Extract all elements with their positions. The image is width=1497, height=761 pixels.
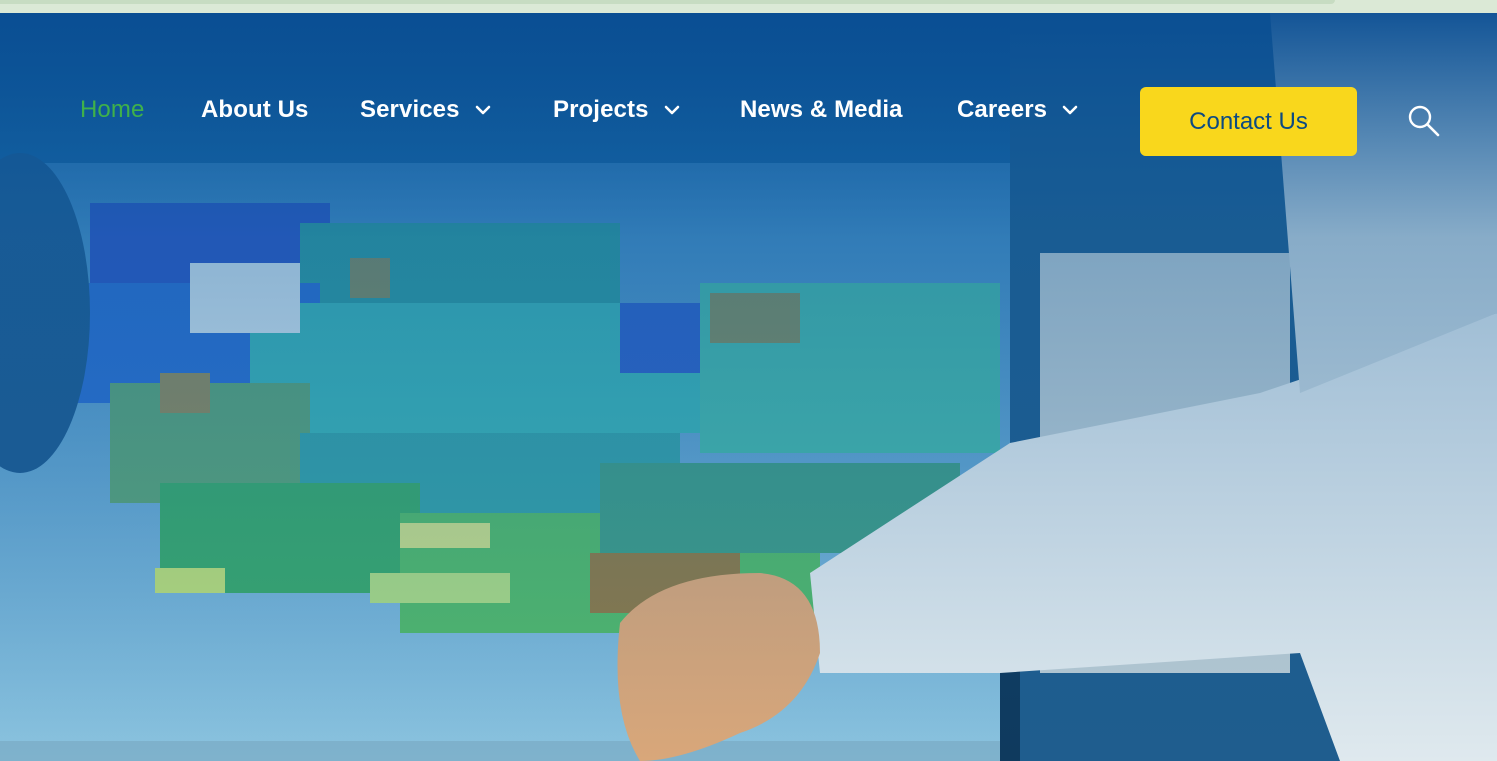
contact-us-button[interactable]: Contact Us [1140,87,1357,156]
nav-projects-label: Projects [553,96,649,123]
search-icon [1408,105,1440,137]
nav-about-us[interactable]: About Us [201,92,308,128]
nav-news-media-label: News & Media [740,96,903,123]
browser-top-strip [0,0,1497,13]
search-button[interactable] [1405,102,1441,138]
chevron-down-icon [1062,105,1078,115]
chevron-down-icon [475,105,490,115]
nav-news-media[interactable]: News & Media [740,92,903,128]
nav-projects[interactable]: Projects [553,92,681,128]
nav-services-label: Services [360,96,460,123]
nav-services[interactable]: Services [360,92,492,128]
chevron-down-icon [664,105,679,115]
nav-home-label: Home [80,96,145,123]
nav-careers-label: Careers [957,96,1048,123]
contact-us-label: Contact Us [1189,107,1308,135]
nav-home[interactable]: Home [80,92,144,128]
browser-tab-edge [0,0,1335,4]
nav-careers[interactable]: Careers [957,92,1079,128]
nav-about-us-label: About Us [201,96,309,123]
